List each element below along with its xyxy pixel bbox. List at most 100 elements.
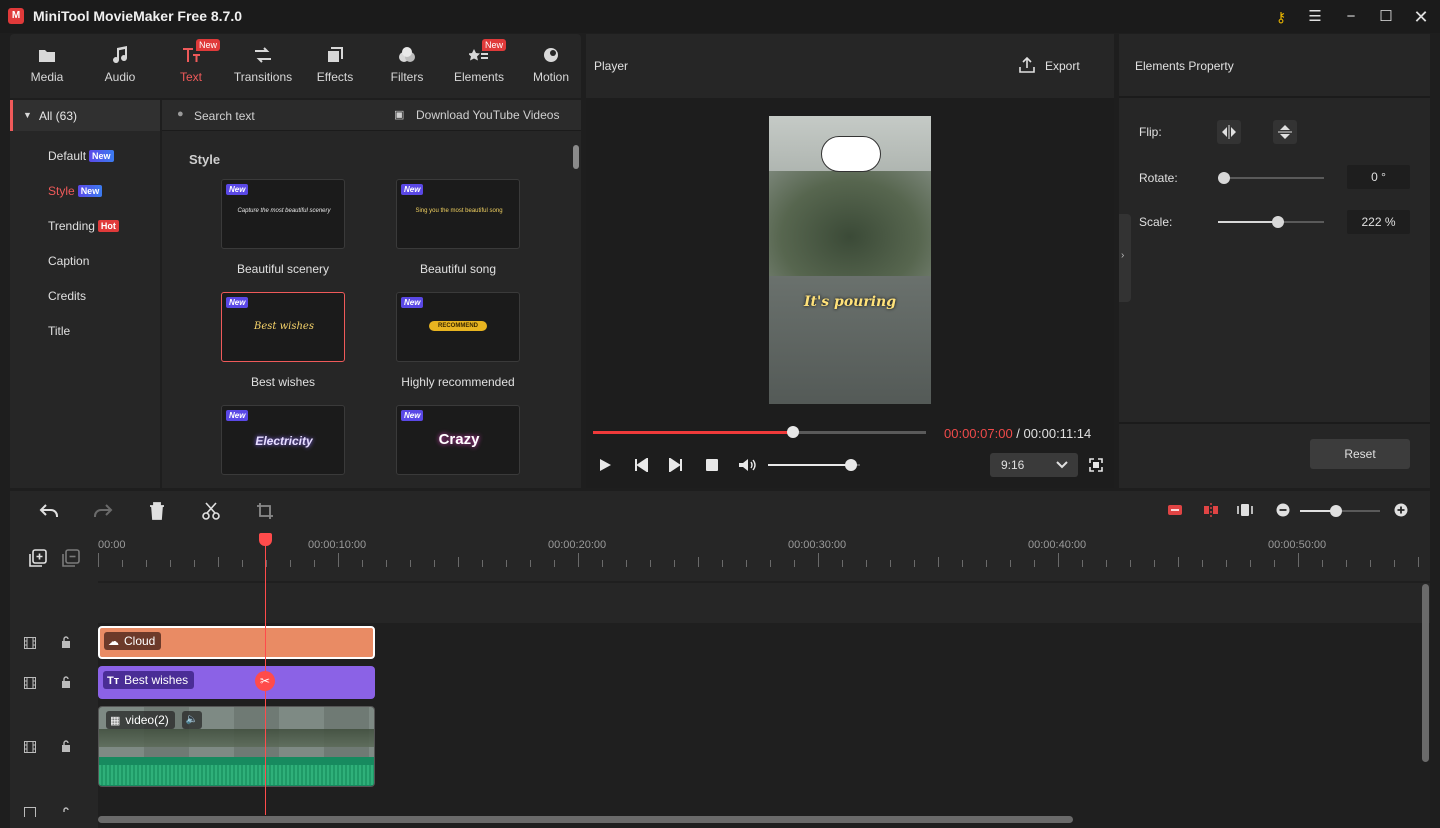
- playhead-handle[interactable]: [259, 533, 272, 546]
- split-icon[interactable]: [202, 502, 220, 520]
- zoom-out-icon[interactable]: [1276, 503, 1290, 517]
- time-ruler[interactable]: 00:00 00:00:10:00 00:00:20:00 00:00:30:0…: [98, 531, 1430, 581]
- zoom-handle[interactable]: [1330, 505, 1342, 517]
- video-preview[interactable]: It's pouring: [769, 116, 931, 404]
- tab-filters[interactable]: Filters: [371, 34, 443, 98]
- fullscreen-icon[interactable]: [1089, 458, 1103, 472]
- vertical-scrollbar[interactable]: [1422, 584, 1429, 762]
- flip-horizontal-button[interactable]: [1217, 120, 1241, 144]
- tab-elements[interactable]: New Elements: [443, 34, 515, 98]
- category-default[interactable]: Default New: [48, 149, 114, 163]
- properties-panel: Elements Property › Flip: Rotate: 0 ° Sc…: [1119, 34, 1430, 488]
- panel-scrollbar[interactable]: [573, 145, 579, 169]
- tab-motion[interactable]: Motion: [515, 34, 587, 98]
- zoom-slider[interactable]: [1300, 505, 1380, 517]
- overlay-text[interactable]: It's pouring: [769, 294, 931, 310]
- track-film-icon: [24, 807, 36, 817]
- remove-track-icon[interactable]: [62, 549, 80, 567]
- ruler-tick: [362, 560, 363, 567]
- next-frame-icon[interactable]: [669, 458, 683, 472]
- template-card-best-wishes[interactable]: New Best wishes: [221, 292, 345, 362]
- lock-icon[interactable]: [61, 676, 71, 689]
- tab-text[interactable]: New Text: [155, 34, 227, 98]
- tab-label: Effects: [316, 70, 354, 84]
- crop-icon[interactable]: [256, 502, 274, 520]
- menu-icon[interactable]: ☰: [1304, 6, 1326, 28]
- fit-icon[interactable]: [1237, 502, 1253, 518]
- chevron-down-icon: [1056, 461, 1068, 469]
- rotate-slider[interactable]: [1218, 172, 1324, 184]
- scale-handle[interactable]: [1272, 216, 1284, 228]
- properties-header: Elements Property: [1119, 34, 1430, 98]
- tab-effects[interactable]: Effects: [299, 34, 371, 98]
- panel-collapse-handle[interactable]: ›: [1119, 214, 1131, 302]
- new-badge: New: [226, 297, 249, 308]
- template-card-crazy[interactable]: New Crazy: [396, 405, 520, 475]
- search-input[interactable]: Search text: [194, 109, 255, 123]
- aspect-ratio-select[interactable]: 9:16: [990, 453, 1078, 477]
- best-wishes-text-clip[interactable]: Tт Best wishes: [98, 666, 375, 699]
- category-trending[interactable]: Trending Hot: [48, 219, 119, 233]
- minimize-icon[interactable]: −: [1340, 6, 1362, 28]
- video-clip[interactable]: ▦ video(2) 🔈: [98, 706, 375, 787]
- snap-icon[interactable]: [1167, 502, 1183, 518]
- key-icon[interactable]: ⚷: [1270, 6, 1292, 28]
- play-icon[interactable]: [598, 458, 612, 472]
- cloud-sticker[interactable]: [821, 136, 881, 172]
- ruler-tick: [1202, 560, 1203, 567]
- template-card-beautiful-song[interactable]: New Sing you the most beautiful song: [396, 179, 520, 249]
- timeline-toolbar: [10, 491, 1430, 531]
- delete-icon[interactable]: [149, 502, 165, 520]
- reset-button[interactable]: Reset: [1310, 439, 1410, 469]
- volume-icon[interactable]: [738, 458, 756, 472]
- tab-audio[interactable]: Audio: [84, 34, 156, 98]
- redo-icon[interactable]: [93, 503, 113, 519]
- lock-icon[interactable]: [61, 807, 71, 817]
- previous-frame-icon[interactable]: [634, 458, 648, 472]
- category-style[interactable]: Style New: [48, 184, 103, 198]
- lock-icon[interactable]: [61, 636, 71, 649]
- template-card-beautiful-scenery[interactable]: New Capture the most beautiful scenery: [221, 179, 345, 249]
- volume-handle[interactable]: [845, 459, 857, 471]
- volume-track[interactable]: [768, 459, 860, 471]
- rotate-input[interactable]: 0 °: [1347, 165, 1410, 189]
- template-card-electricity[interactable]: New Electricity: [221, 405, 345, 475]
- scale-input[interactable]: 222 %: [1347, 210, 1410, 234]
- ruler-tick: [410, 560, 411, 567]
- progress-fill: [593, 431, 793, 434]
- ruler-tick: [1418, 557, 1419, 567]
- flip-vertical-button[interactable]: [1273, 120, 1297, 144]
- card-label: Best wishes: [250, 375, 316, 389]
- add-track-icon[interactable]: [29, 549, 47, 567]
- ruler-tick: [338, 553, 339, 567]
- cloud-element-clip[interactable]: ☁ Cloud: [98, 626, 375, 659]
- category-title[interactable]: Title: [48, 324, 70, 338]
- lock-icon[interactable]: [61, 740, 71, 753]
- progress-handle[interactable]: [787, 426, 799, 438]
- zoom-in-icon[interactable]: [1394, 503, 1408, 517]
- tab-transitions[interactable]: Transitions: [227, 34, 299, 98]
- clip-volume-icon[interactable]: 🔈: [182, 711, 202, 729]
- undo-icon[interactable]: [39, 503, 59, 519]
- volume-fill: [768, 464, 851, 466]
- download-youtube-link[interactable]: Download YouTube Videos: [416, 108, 559, 122]
- category-credits[interactable]: Credits: [48, 289, 86, 303]
- tab-media[interactable]: Media: [11, 34, 83, 98]
- horizontal-scrollbar[interactable]: [98, 816, 1073, 823]
- scale-slider[interactable]: [1218, 216, 1324, 228]
- template-card-highly-recommended[interactable]: New RECOMMEND: [396, 292, 520, 362]
- hot-badge: Hot: [97, 220, 119, 232]
- category-caption[interactable]: Caption: [48, 254, 89, 268]
- ruler-tick: [1322, 560, 1323, 567]
- split-view-icon[interactable]: [1203, 502, 1219, 518]
- maximize-icon[interactable]: ☐: [1375, 6, 1397, 28]
- ruler-tick: [98, 553, 99, 567]
- progress-track[interactable]: [593, 426, 926, 438]
- ruler-tick: [386, 560, 387, 567]
- category-all[interactable]: ▼ All (63): [10, 100, 160, 131]
- rotate-handle[interactable]: [1218, 172, 1230, 184]
- split-scissors-icon[interactable]: ✂: [255, 671, 275, 691]
- close-icon[interactable]: ✕: [1410, 6, 1432, 28]
- stop-icon[interactable]: [705, 458, 719, 472]
- ruler-time-label: 00:00: [98, 539, 126, 551]
